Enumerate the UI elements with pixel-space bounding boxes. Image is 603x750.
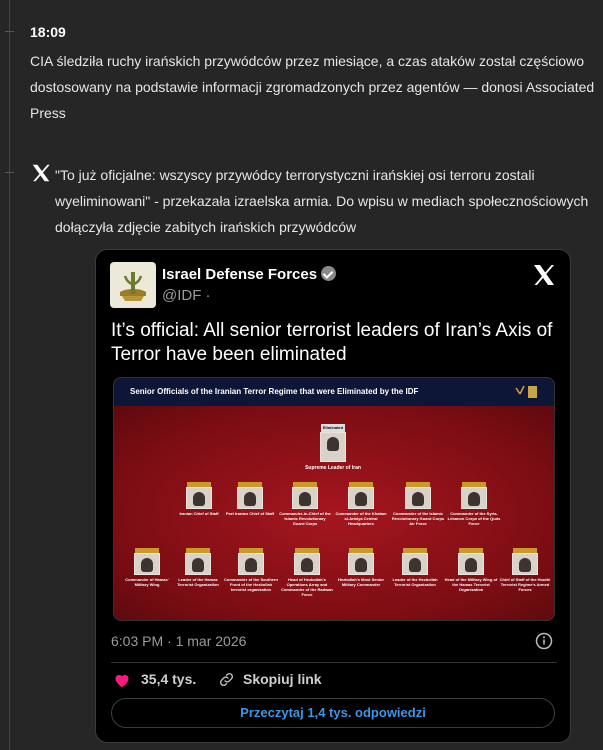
media-header: Senior Officials of the Iranian Terror R…: [114, 378, 554, 406]
leader-portrait: Hezbollah's Most Senior Military Command…: [338, 548, 384, 587]
portrait-caption: Port Iranian Chief of Staff: [225, 511, 275, 516]
portrait-caption: Commander-in-Chief of the Islamic Revolu…: [279, 511, 331, 526]
portrait-photo: [320, 432, 346, 462]
embedded-tweet[interactable]: Israel Defense Forces @IDF · It’s offici…: [95, 249, 571, 743]
copy-link-button[interactable]: Skopiuj link: [243, 671, 322, 687]
portrait-photo: [512, 553, 538, 575]
read-replies-button[interactable]: Przeczytaj 1,4 tys. odpowiedzi: [111, 698, 555, 728]
leader-portrait: Head of the Military Wing of the Hamas T…: [445, 548, 497, 592]
portrait-photo: [186, 487, 212, 509]
idf-emblem-icon: [515, 385, 537, 398]
portrait-photo: [134, 553, 160, 575]
entry-text: CIA śledziła ruchy irańskich przywódców …: [30, 53, 595, 121]
entry-time: 18:09: [30, 24, 66, 40]
portrait-photo: [348, 487, 374, 509]
verified-badge-icon: [321, 266, 337, 281]
leader-portrait: Chief of Staff of the Houthi Terrorist R…: [500, 548, 550, 592]
x-logo-icon[interactable]: [532, 263, 556, 287]
info-icon[interactable]: [535, 632, 553, 650]
leader-portrait: Leader of the Hezbollah Terrorist Organi…: [392, 548, 438, 587]
media-title: Senior Officials of the Iranian Terror R…: [130, 387, 419, 396]
timeline-marker: [5, 172, 14, 173]
portrait-photo: [185, 553, 211, 575]
leader-portrait: Port Iranian Chief of Staff: [226, 482, 274, 516]
portrait-caption: Head of Hezbollah's Operations Array and…: [281, 577, 333, 597]
leader-portrait: Commander of the Khatam al-Anbiya Centra…: [335, 482, 387, 526]
portrait-photo: [461, 487, 487, 509]
portrait-photo: [294, 553, 320, 575]
leader-portrait: Head of Hezbollah's Operations Array and…: [281, 548, 333, 597]
portrait-caption: Commander of the Syria-Lebanon Corps of …: [447, 511, 501, 526]
portrait-photo: [458, 553, 484, 575]
timeline-marker: [5, 31, 14, 32]
portrait-caption: Leader of the Hezbollah Terrorist Organi…: [392, 577, 438, 587]
portrait-caption: Commander of the Islamic Revolutionary G…: [391, 511, 445, 526]
account-handle[interactable]: @IDF ·: [162, 287, 211, 304]
leader-portrait: Commander of the Southern Front of the H…: [224, 548, 278, 592]
divider: [111, 662, 557, 663]
portrait-photo: [237, 487, 263, 509]
account-name[interactable]: Israel Defense Forces: [162, 266, 337, 283]
leader-portrait: Commander of the Syria-Lebanon Corps of …: [448, 482, 500, 526]
leader-portrait: Leader of the Hamas Terrorist Organizati…: [177, 548, 219, 587]
tweet-timestamp[interactable]: 6:03 PM · 1 mar 2026: [111, 633, 246, 649]
portrait-caption: Commander of Hamas' Military Wing: [125, 577, 169, 587]
eliminated-tag: Eliminated: [321, 424, 345, 432]
tweet-media-image[interactable]: Senior Officials of the Iranian Terror R…: [113, 377, 555, 621]
x-logo-icon: [32, 164, 50, 182]
portrait-caption: Iranian Chief of Staff: [179, 511, 219, 516]
leader-portrait: Commander-in-Chief of the Islamic Revolu…: [279, 482, 331, 526]
portrait-photo: [348, 553, 374, 575]
leader-portrait: Iranian Chief of Staff: [179, 482, 219, 516]
portrait-supreme-leader: Eliminated Supreme Leader of Iran: [305, 424, 361, 471]
portrait-caption: Commander of the Southern Front of the H…: [224, 577, 279, 592]
portrait-caption: Leader of the Hamas Terrorist Organizati…: [177, 577, 219, 587]
heart-icon[interactable]: [113, 672, 131, 688]
portrait-caption: Chief of Staff of the Houthi Terrorist R…: [499, 577, 551, 592]
portrait-caption: Hezbollah's Most Senior Military Command…: [337, 577, 385, 587]
portrait-caption: Supreme Leader of Iran: [305, 465, 361, 471]
tweet-text: It’s official: All senior terrorist lead…: [111, 320, 553, 365]
portrait-photo: [405, 487, 431, 509]
portrait-photo: [238, 553, 264, 575]
idf-emblem-icon: [120, 272, 146, 301]
idf-avatar[interactable]: [110, 262, 156, 308]
leader-portrait: Commander of Hamas' Military Wing: [125, 548, 169, 587]
leader-portrait: Commander of the Islamic Revolutionary G…: [392, 482, 444, 526]
timeline-line: [9, 0, 10, 750]
portrait-caption: Head of the Military Wing of the Hamas T…: [444, 577, 498, 592]
portrait-caption: Commander of the Khatam al-Anbiya Centra…: [335, 511, 387, 526]
entry-quote-text: "To już oficjalne: wszyscy przywódcy ter…: [55, 167, 589, 235]
portrait-photo: [402, 553, 428, 575]
portrait-photo: [292, 487, 318, 509]
link-icon[interactable]: [218, 671, 235, 688]
like-count[interactable]: 35,4 tys.: [141, 671, 196, 687]
